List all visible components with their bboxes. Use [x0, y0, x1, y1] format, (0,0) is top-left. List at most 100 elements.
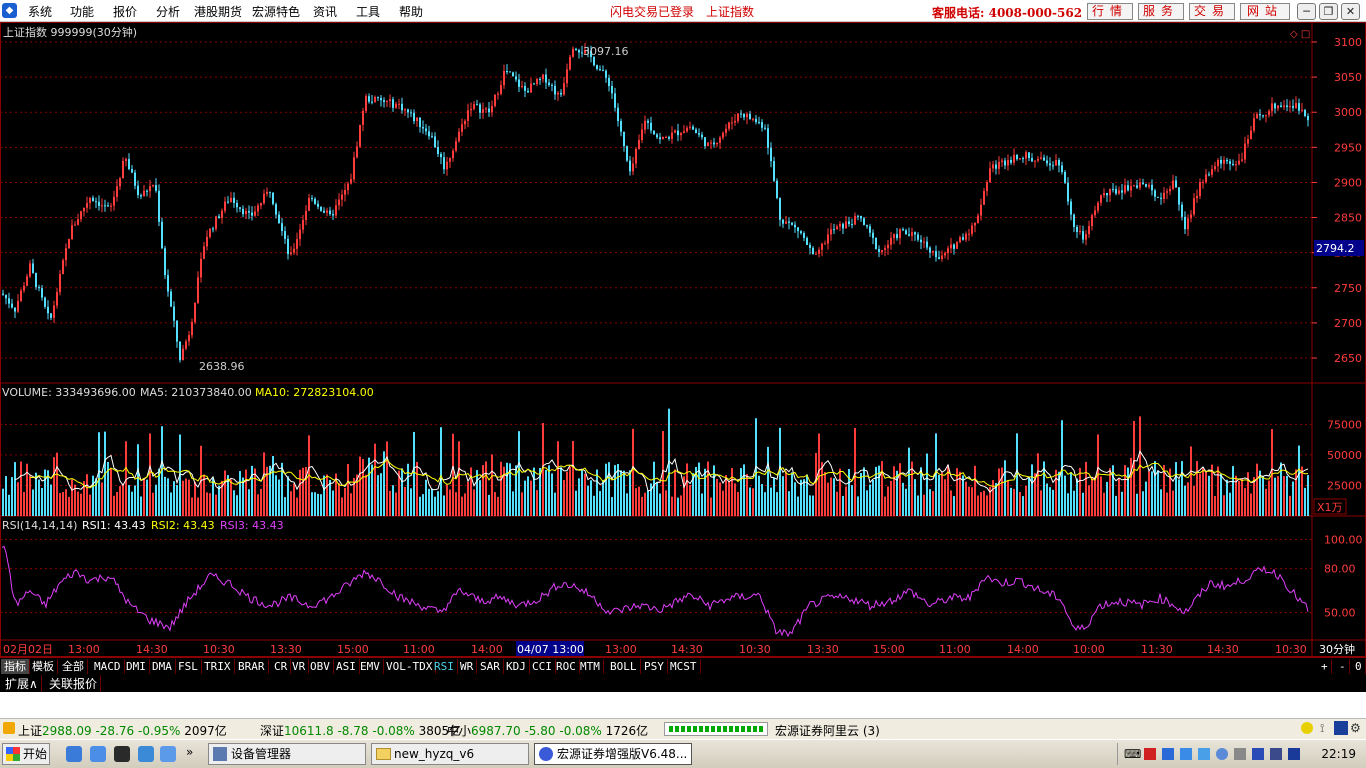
indicator-tab-macd[interactable]: MACD [91, 659, 125, 674]
indicator-tab-brar[interactable]: BRAR [235, 659, 269, 674]
indicator-tab-mcst[interactable]: MCST [667, 659, 701, 674]
volume-bar [758, 475, 760, 516]
service-button[interactable]: 服务 [1138, 3, 1184, 20]
tray-display-icon[interactable] [1270, 748, 1282, 760]
indicator-tab-sar[interactable]: SAR [477, 659, 504, 674]
tray-misc-icon[interactable] [1234, 748, 1246, 760]
volume-bar [401, 468, 403, 516]
website-button[interactable]: 网站 [1240, 3, 1290, 20]
menu-help[interactable]: 帮助 [399, 3, 423, 20]
quote-button[interactable]: 行情 [1087, 3, 1133, 20]
indicator-tab-roc[interactable]: ROC [553, 659, 580, 674]
indicator-tab-obv[interactable]: OBV [307, 659, 334, 674]
connection-icon[interactable] [1334, 721, 1348, 735]
sz-pct: -0.08% [372, 724, 415, 738]
indicator-tab-wr[interactable]: WR [457, 659, 478, 674]
indicator-tab-psy[interactable]: PSY [641, 659, 668, 674]
quick-launch-ie2-icon[interactable] [138, 746, 154, 762]
candle-body [962, 237, 964, 240]
tray-volume-icon[interactable] [1288, 748, 1300, 760]
keyboard-icon[interactable]: ⌨ [1124, 747, 1141, 761]
indicator-tab-rsi[interactable]: RSI [431, 659, 458, 674]
tray-network-icon[interactable] [1162, 748, 1174, 760]
close-icon[interactable]: ✕ [1341, 3, 1360, 20]
candle-body [572, 48, 574, 57]
clock[interactable]: 22:19 [1321, 747, 1356, 761]
candle-body [368, 96, 370, 102]
menu-hongyuan[interactable]: 宏源特色 [252, 3, 300, 20]
indicator-tab---2[interactable]: 全部 [59, 659, 88, 674]
indicator-tab-dma[interactable]: DMA [149, 659, 176, 674]
candle-body [686, 127, 688, 132]
tray-red-icon[interactable] [1144, 748, 1156, 760]
volume-bar [422, 494, 424, 516]
tray-device-icon[interactable] [1252, 748, 1264, 760]
zoom-reset-button[interactable]: 0 [1352, 659, 1366, 674]
indicator-tab-trix[interactable]: TRIX [201, 659, 235, 674]
notification-icon[interactable] [1301, 722, 1313, 734]
quick-launch-browser-icon[interactable] [90, 746, 106, 762]
candle-body [545, 74, 547, 83]
tray-sound-icon[interactable] [1180, 748, 1192, 760]
related-quote-tab[interactable]: 关联报价 [46, 675, 102, 692]
quick-launch-ie-icon[interactable] [66, 746, 82, 762]
expand-quicklaunch-icon[interactable]: » [186, 745, 193, 759]
price-chart[interactable]: 3100305030002950290028502800275027002650… [0, 22, 1366, 657]
start-button[interactable]: 开始 [2, 743, 50, 765]
menu-system[interactable]: 系统 [28, 3, 52, 20]
restore-icon[interactable]: ❐ [1319, 3, 1338, 20]
indicator-tab-boll[interactable]: BOLL [607, 659, 641, 674]
chart-area[interactable]: 3100305030002950290028502800275027002650… [0, 22, 1366, 657]
flash-trade-status[interactable]: 闪电交易已登录 [610, 3, 694, 20]
volume-bar [257, 494, 259, 516]
task-hongyuan[interactable]: 宏源证券增强版V6.48... [534, 743, 692, 765]
tray-shield-icon[interactable] [1216, 748, 1228, 760]
volume-bar [113, 495, 115, 516]
indicator-tab-fsl[interactable]: FSL [175, 659, 202, 674]
minimize-icon[interactable]: ─ [1297, 3, 1316, 20]
task-device-manager[interactable]: 设备管理器 [208, 743, 366, 765]
candle-body [1262, 115, 1264, 117]
volume-bar [386, 441, 388, 516]
expand-tab[interactable]: 扩展∧ [2, 675, 42, 692]
server-name[interactable]: 宏源证券阿里云 (3) [775, 722, 880, 739]
menu-quote[interactable]: 报价 [113, 3, 137, 20]
indicator-tab-asi[interactable]: ASI [333, 659, 360, 674]
volume-bar [380, 473, 382, 516]
zoom-out-button[interactable]: - [1336, 659, 1350, 674]
task-folder[interactable]: new_hyzq_v6 [371, 743, 529, 765]
indicator-tab-mtm[interactable]: MTM [577, 659, 604, 674]
candle-body [971, 225, 973, 234]
volume-bar [23, 492, 25, 516]
zoom-in-button[interactable]: + [1318, 659, 1332, 674]
indicator-tab-dmi[interactable]: DMI [123, 659, 150, 674]
settings-icon[interactable]: ⚙ [1350, 721, 1361, 735]
candle-body [983, 191, 985, 205]
zx-index[interactable]: 中小6987.70 -5.80 -0.08% 1726亿 [447, 722, 648, 739]
menu-hk-futures[interactable]: 港股期货 [194, 3, 242, 20]
sz-index[interactable]: 深证10611.8 -8.78 -0.08% 3805亿 [260, 722, 461, 739]
index-link[interactable]: 上证指数 [706, 3, 754, 20]
indicator-tab-emv[interactable]: EMV [357, 659, 384, 674]
candle-body [911, 232, 913, 236]
menu-tools[interactable]: 工具 [356, 3, 380, 20]
chart-options-icon[interactable]: ◇ □ [1290, 29, 1310, 40]
tray-monitor-icon[interactable] [1198, 748, 1210, 760]
indicator-tab-kdj[interactable]: KDJ [503, 659, 530, 674]
menu-function[interactable]: 功能 [70, 3, 94, 20]
quick-launch-desktop-icon[interactable] [114, 746, 130, 762]
candle-body [956, 242, 958, 249]
volume-bar [815, 452, 817, 516]
menu-analysis[interactable]: 分析 [156, 3, 180, 20]
indicator-tab---1[interactable]: 模板 [29, 659, 58, 674]
sh-index[interactable]: 上证2988.09 -28.76 -0.95% 2097亿 [18, 722, 227, 739]
trade-button[interactable]: 交易 [1189, 3, 1235, 20]
menu-news[interactable]: 资讯 [313, 3, 337, 20]
indicator-tab---0[interactable]: 指标 [1, 659, 30, 674]
volume-bar [260, 488, 262, 516]
indicator-tab-vol-tdx[interactable]: VOL-TDX [383, 659, 437, 674]
period-label[interactable]: 30分钟 [1319, 642, 1355, 656]
indicator-tab-cci[interactable]: CCI [529, 659, 556, 674]
quick-launch-app-icon[interactable] [160, 746, 176, 762]
candle-body [14, 307, 16, 312]
